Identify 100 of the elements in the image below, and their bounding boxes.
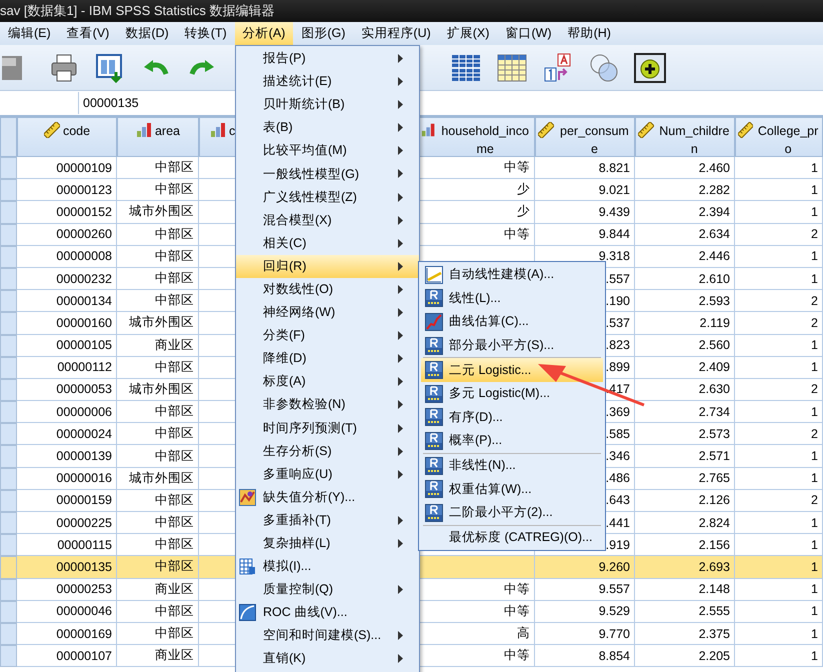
menu-item[interactable]: 非参数检验(N) <box>236 393 419 416</box>
table-cell: 00000112 <box>17 356 117 379</box>
table-cell: 9.844 <box>535 224 635 246</box>
table-cell: 9.260 <box>535 556 635 579</box>
table-cell: 1 <box>735 534 823 556</box>
menu-item[interactable]: 缺失值分析(Y)... <box>236 486 419 509</box>
table-cell: 城市外围区 <box>117 468 199 490</box>
table-cell: 1 <box>735 578 823 601</box>
menu-item[interactable]: 回归(R) <box>236 254 419 278</box>
cell-value-field[interactable]: 00000135 <box>79 92 234 114</box>
table-cell: 中部区 <box>117 246 199 268</box>
table-cell: 00000123 <box>17 179 117 202</box>
menu-item[interactable]: 分析(A) <box>234 22 294 45</box>
column-header[interactable]: code <box>17 117 117 157</box>
table-cell: 城市外围区 <box>117 378 199 402</box>
menu-item[interactable]: 查看(V) <box>58 22 118 45</box>
menu-item[interactable]: 对数线性(O) <box>236 278 419 302</box>
menu-item[interactable]: 报告(P) <box>236 47 419 70</box>
column-header[interactable]: College_pro <box>735 117 823 157</box>
column-header[interactable]: household_income <box>418 117 535 157</box>
table-cell: 9.770 <box>535 622 635 646</box>
table-cell: 00000160 <box>17 312 117 334</box>
menu-item[interactable]: 质量控制(Q) <box>236 578 419 602</box>
table-cell: 1 <box>735 401 823 424</box>
table-cell: 1 <box>735 246 823 268</box>
table-cell: 1 <box>735 622 823 646</box>
table-cell: 中等 <box>418 157 535 180</box>
table-cell: 00000253 <box>17 578 117 601</box>
table-cell: 2.610 <box>635 268 735 290</box>
table-cell: 2.571 <box>635 445 735 468</box>
table-cell: 1 <box>735 468 823 490</box>
table-cell: 中部区 <box>117 224 199 246</box>
menu-item[interactable]: 转换(T) <box>176 22 235 45</box>
table-cell: 9.439 <box>535 201 635 224</box>
table-cell: 中部区 <box>117 556 199 579</box>
menu-item[interactable]: 描述统计(E) <box>236 70 419 94</box>
table-cell: 00000135 <box>17 556 117 579</box>
table-cell: 商业区 <box>117 578 199 601</box>
menu-item[interactable]: 贝叶斯统计(B) <box>236 93 419 116</box>
table-cell: 1 <box>735 268 823 290</box>
menu-item[interactable]: 分类(F) <box>236 324 419 348</box>
table-cell: 00000225 <box>17 512 117 534</box>
menu-item[interactable]: 窗口(W) <box>497 22 560 45</box>
table-cell: 2.824 <box>635 512 735 534</box>
menu-item[interactable]: 多重响应(U) <box>236 462 419 486</box>
table-cell: 1 <box>735 179 823 202</box>
menu-item[interactable]: 概率(P)... <box>421 429 603 453</box>
menu-item[interactable]: 复杂抽样(L) <box>236 532 419 556</box>
column-header[interactable]: Num_children <box>635 117 735 157</box>
table-cell: 2.560 <box>635 334 735 357</box>
table-cell: 中部区 <box>117 179 199 202</box>
menu-item[interactable]: 表(B) <box>236 116 419 140</box>
menu-item[interactable]: 数据(D) <box>117 22 177 45</box>
window-title: sav [数据集1] - IBM SPSS Statistics 数据编辑器 <box>0 2 274 20</box>
menu-item[interactable]: 帮助(H) <box>560 22 619 45</box>
table-cell: 00000115 <box>17 534 117 556</box>
menu-item[interactable]: 一般线性模型(G) <box>236 162 419 186</box>
menu-item[interactable]: 比较平均值(M) <box>236 139 419 162</box>
table-cell: 2.573 <box>635 423 735 446</box>
table-cell: 中等 <box>418 600 535 623</box>
table-cell: 2.593 <box>635 290 735 312</box>
menu-item[interactable]: 相关(C) <box>236 232 419 255</box>
menu-item[interactable]: 标度(A) <box>236 370 419 394</box>
table-cell: 商业区 <box>117 334 199 357</box>
menu-item[interactable]: 神经网络(W) <box>236 301 419 324</box>
column-header[interactable]: area <box>117 117 199 157</box>
menu-item[interactable]: 广义线性模型(Z) <box>236 186 419 209</box>
table-cell: 2.555 <box>635 600 735 623</box>
table-cell: 00000134 <box>17 290 117 312</box>
menu-item[interactable]: 扩展(X) <box>438 22 498 45</box>
table-cell: 00000053 <box>17 378 117 402</box>
table-cell: 2.282 <box>635 179 735 202</box>
menu-item[interactable]: 模拟(I)... <box>236 555 419 578</box>
column-header[interactable]: per_consume <box>535 117 635 157</box>
table-cell: 1 <box>735 201 823 224</box>
table-cell: 中部区 <box>117 600 199 623</box>
table-cell: 中部区 <box>117 423 199 446</box>
table-cell: 中部区 <box>117 622 199 646</box>
table-cell: 00000105 <box>17 334 117 357</box>
menu-item[interactable]: 空间和时间建模(S)... <box>236 624 419 648</box>
menu-item[interactable]: 二元 Logistic... <box>421 358 603 382</box>
menu-item[interactable]: ROC 曲线(V)... <box>236 601 419 624</box>
table-cell: 00000008 <box>17 246 117 268</box>
menu-item[interactable]: 直销(K) <box>236 647 419 671</box>
table-cell: 2 <box>735 312 823 334</box>
table-cell: 2.446 <box>635 246 735 268</box>
table-cell: 商业区 <box>117 645 199 668</box>
table-cell: 8.854 <box>535 645 635 668</box>
menu-item[interactable]: 降维(D) <box>236 347 419 370</box>
table-cell: 1 <box>735 445 823 468</box>
table-cell: 9.529 <box>535 600 635 623</box>
menu-item[interactable]: 多重插补(T) <box>236 508 419 532</box>
menu-item[interactable]: 混合模型(X) <box>236 208 419 232</box>
menu-item[interactable]: 非线性(N)... <box>421 454 603 478</box>
menu-item[interactable]: 编辑(E) <box>0 22 59 45</box>
menu-item[interactable]: 实用程序(U) <box>353 22 439 45</box>
menu-item[interactable]: 时间序列预测(T) <box>236 416 419 440</box>
menu-item[interactable]: 图形(G) <box>293 22 354 45</box>
table-cell: 00000006 <box>17 401 117 424</box>
menu-item[interactable]: 生存分析(S) <box>236 440 419 463</box>
